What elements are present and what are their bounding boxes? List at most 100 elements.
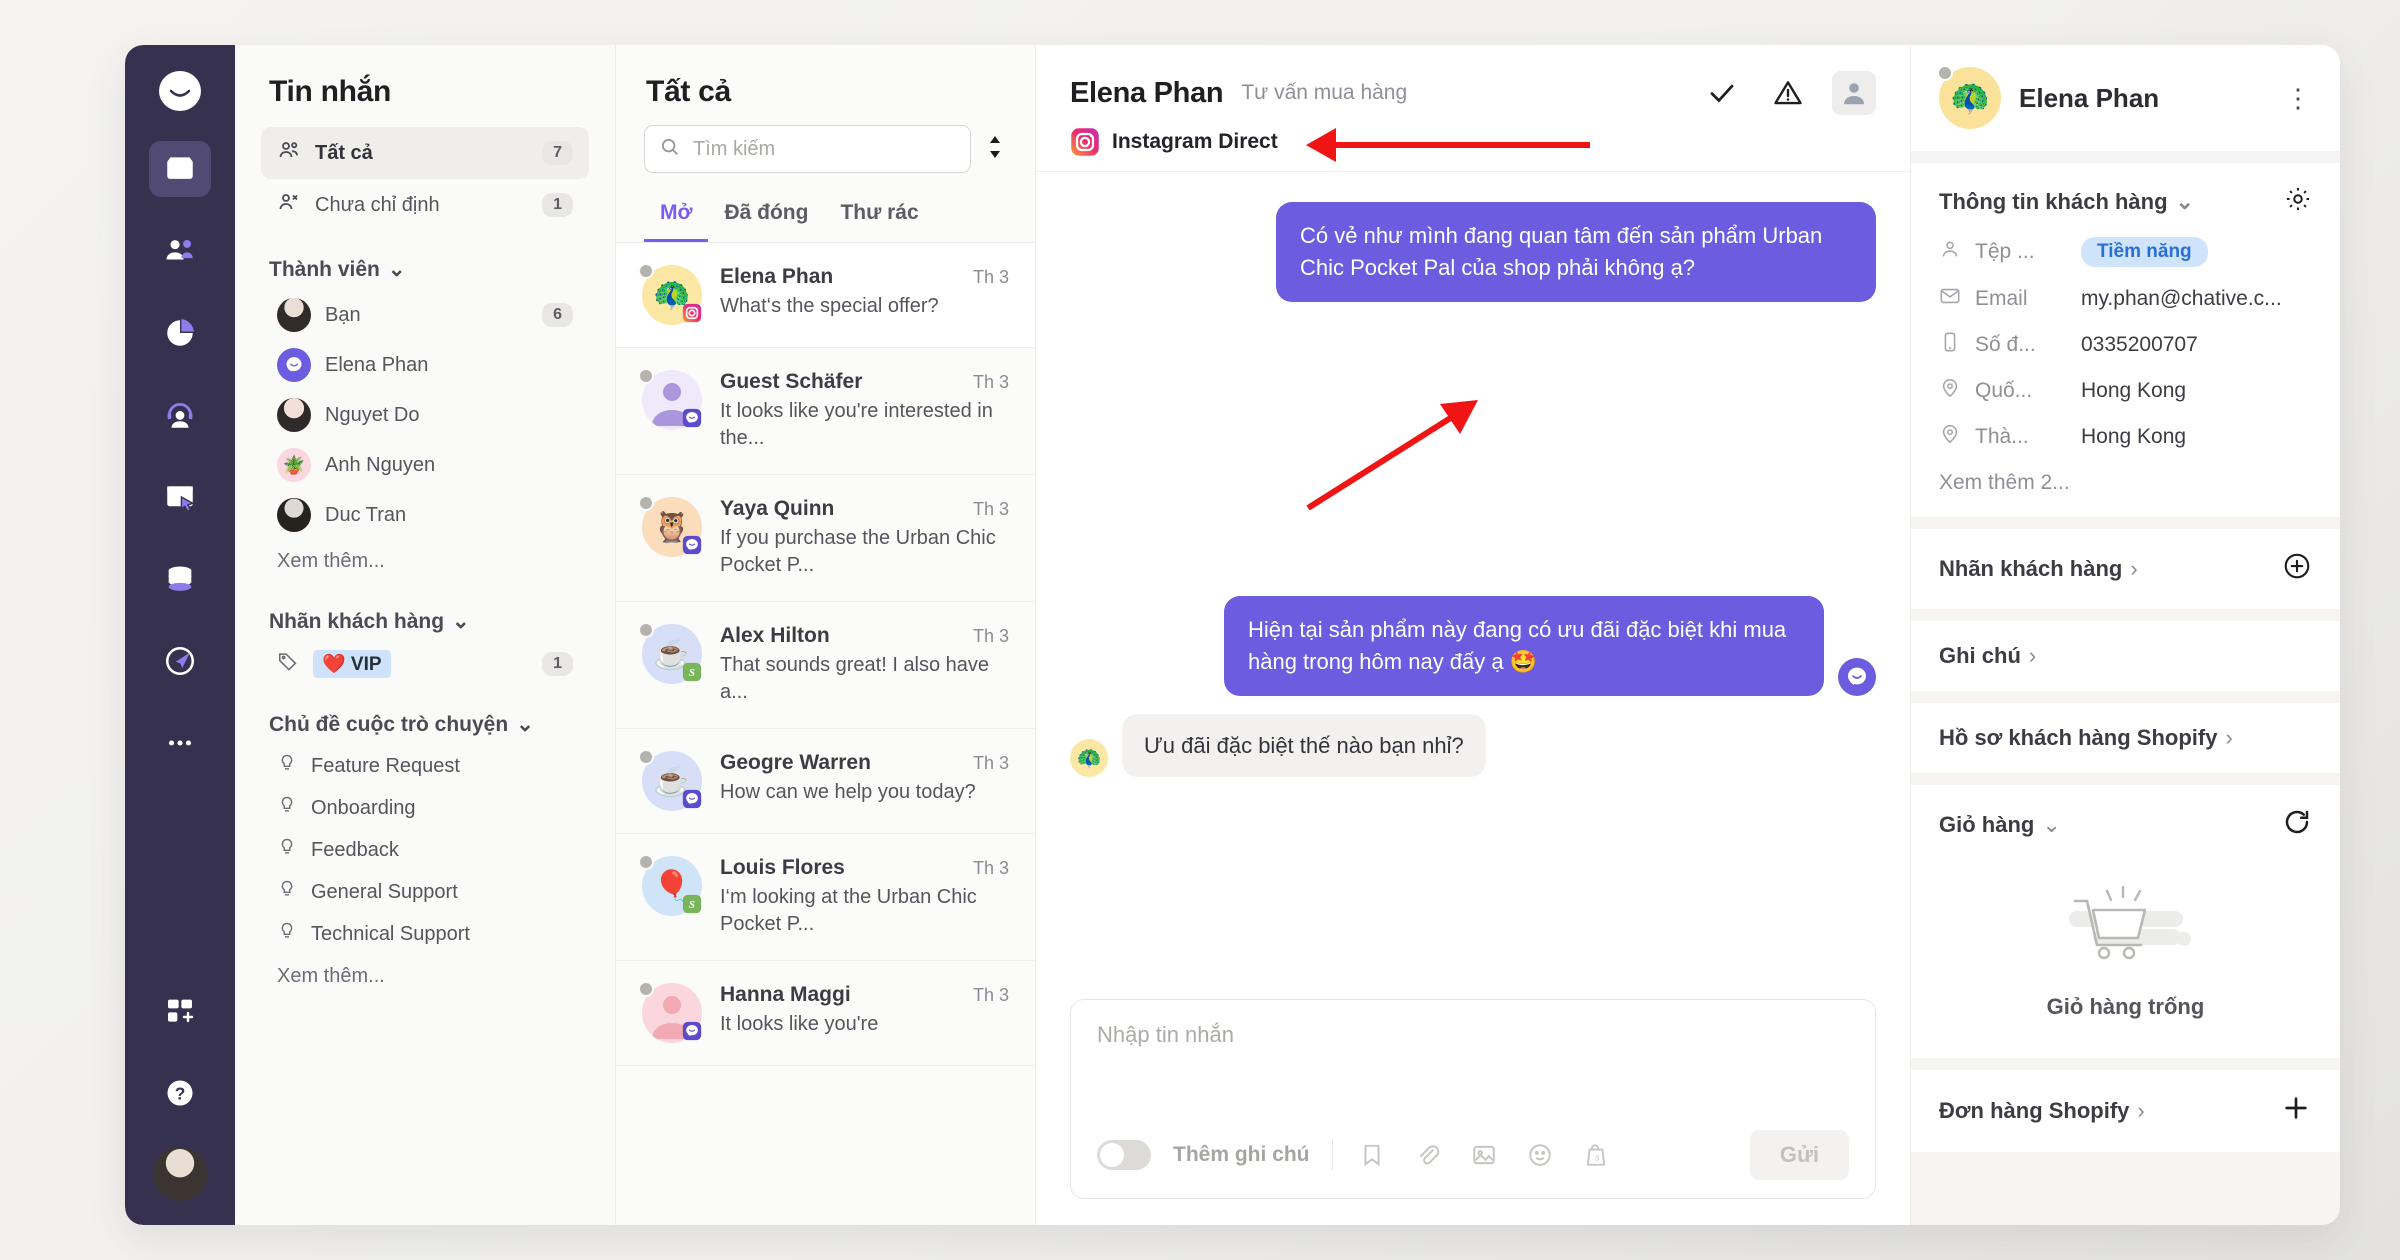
shopify-bag-icon[interactable]: S bbox=[1579, 1138, 1613, 1172]
rail-item-apps-add[interactable] bbox=[149, 983, 211, 1039]
sidebar-topic-general-support[interactable]: General Support bbox=[261, 871, 589, 913]
status-dot bbox=[638, 263, 654, 279]
sidebar-topic-feedback[interactable]: Feedback bbox=[261, 829, 589, 871]
sidebar-folder-all[interactable]: Tất cả 7 bbox=[261, 127, 589, 179]
chevron-right-icon: › bbox=[2137, 1098, 2145, 1123]
section-header[interactable]: Ghi chú › bbox=[1939, 643, 2312, 669]
sidebar-topic-onboarding[interactable]: Onboarding bbox=[261, 787, 589, 829]
rail-item-help[interactable]: ? bbox=[149, 1065, 211, 1121]
rail-item-website[interactable] bbox=[149, 469, 211, 525]
status-dot bbox=[638, 495, 654, 511]
sidebar-group-members-label: Thành viên bbox=[269, 257, 380, 281]
conversation-name: Hanna Maggi bbox=[720, 983, 851, 1006]
current-user-avatar[interactable] bbox=[153, 1147, 207, 1201]
cart-empty-state: Giỏ hàng trống bbox=[1939, 843, 2312, 1036]
chat-channel-row: Instagram Direct bbox=[1070, 127, 1876, 157]
plus-icon[interactable] bbox=[2280, 1092, 2312, 1130]
tab-closed[interactable]: Đã đóng bbox=[708, 193, 824, 242]
chat-message-bubble: Hiện tại sản phẩm này đang có ưu đãi đặc… bbox=[1224, 595, 1824, 696]
tab-open[interactable]: Mở bbox=[644, 193, 709, 242]
section-shopify-profile[interactable]: Hồ sơ khách hàng Shopify › bbox=[1911, 703, 2340, 773]
rail-item-inbox[interactable] bbox=[149, 141, 211, 197]
assignee-avatar-icon[interactable] bbox=[1832, 71, 1876, 115]
conversation-item[interactable]: 🦚 Elena Phan Th 3 What‘s the special offer? bbox=[616, 243, 1035, 348]
kebab-menu-icon[interactable]: ⋮ bbox=[2285, 83, 2312, 114]
sort-updown-icon[interactable] bbox=[983, 133, 1007, 166]
paperclip-icon[interactable] bbox=[1411, 1138, 1445, 1172]
conversation-item[interactable]: ☕ Geogre Warren Th 3 How can we help you to… bbox=[616, 729, 1035, 834]
status-dot bbox=[638, 749, 654, 765]
add-note-toggle[interactable] bbox=[1097, 1140, 1151, 1170]
instagram-icon bbox=[1070, 127, 1100, 157]
message-input[interactable]: Nhập tin nhắn bbox=[1071, 1000, 1875, 1130]
rail-item-agents[interactable] bbox=[149, 387, 211, 443]
section-header[interactable]: Nhãn khách hàng › bbox=[1939, 551, 2312, 587]
sidebar-group-topics[interactable]: Chủ đề cuộc trò chuyện ⌄ bbox=[235, 686, 615, 745]
check-icon[interactable] bbox=[1700, 71, 1744, 115]
rail-item-analytics[interactable] bbox=[149, 305, 211, 361]
chat-header-actions bbox=[1700, 71, 1876, 115]
sidebar-member-you[interactable]: Bạn 6 bbox=[261, 290, 589, 340]
bulb-icon bbox=[277, 837, 297, 863]
sidebar-group-members[interactable]: Thành viên ⌄ bbox=[235, 231, 615, 290]
sidebar-member-duc-tran[interactable]: Duc Tran bbox=[261, 490, 589, 540]
field-key: Số đ... bbox=[1975, 333, 2036, 356]
sidebar-member-anh-nguyen[interactable]: 🪴 Anh Nguyen bbox=[261, 440, 589, 490]
chat-bubble-logo-icon[interactable] bbox=[149, 63, 211, 125]
svg-text:?: ? bbox=[175, 1084, 186, 1104]
tab-spam[interactable]: Thư rác bbox=[824, 193, 934, 242]
sidebar-member-elena-phan[interactable]: Elena Phan bbox=[261, 340, 589, 390]
sidebar-topic-technical-support[interactable]: Technical Support bbox=[261, 913, 589, 955]
sidebar-tag-vip[interactable]: ❤️ VIP 1 bbox=[261, 642, 589, 686]
customer-info-more[interactable]: Xem thêm 2... bbox=[1939, 471, 2312, 495]
sidebar-topic-feature-request[interactable]: Feature Request bbox=[261, 745, 589, 787]
conversation-item[interactable]: Guest Schäfer Th 3 It looks like you're in… bbox=[616, 348, 1035, 475]
chevron-down-icon: ⌄ bbox=[516, 713, 534, 736]
field-country: Quố... Hong Kong bbox=[1939, 377, 2312, 405]
send-button[interactable]: Gửi bbox=[1749, 1130, 1849, 1180]
emoji-icon[interactable] bbox=[1523, 1138, 1557, 1172]
bookmark-icon[interactable] bbox=[1355, 1138, 1389, 1172]
customer-header: 🦚 Elena Phan ⋮ bbox=[1937, 65, 2312, 129]
image-icon[interactable] bbox=[1467, 1138, 1501, 1172]
refresh-icon[interactable] bbox=[2282, 807, 2312, 843]
section-header[interactable]: Đơn hàng Shopify › bbox=[1939, 1092, 2312, 1130]
rail-item-database[interactable] bbox=[149, 551, 211, 607]
person-icon bbox=[1939, 238, 1961, 266]
sidebar-folder-all-label: Tất cả bbox=[315, 141, 373, 164]
section-header[interactable]: Hồ sơ khách hàng Shopify › bbox=[1939, 725, 2312, 751]
channel-badge-icon bbox=[678, 531, 706, 559]
rail-item-more[interactable] bbox=[149, 715, 211, 771]
rail-item-contacts[interactable] bbox=[149, 223, 211, 279]
sidebar-members-more[interactable]: Xem thêm... bbox=[235, 540, 615, 583]
field-value: Hong Kong bbox=[2081, 379, 2187, 402]
section-customer-tags[interactable]: Nhãn khách hàng › bbox=[1911, 529, 2340, 609]
add-note-label: Thêm ghi chú bbox=[1173, 1143, 1310, 1166]
sidebar-group-tags[interactable]: Nhãn khách hàng ⌄ bbox=[235, 583, 615, 642]
conversation-item[interactable]: 🦉 Yaya Quinn Th 3 If you purchase the Urban… bbox=[616, 475, 1035, 602]
avatar bbox=[638, 981, 702, 1043]
gear-icon[interactable] bbox=[2284, 185, 2312, 219]
rail-item-broadcast[interactable] bbox=[149, 633, 211, 689]
sidebar-topic-label: Onboarding bbox=[311, 796, 416, 819]
conversation-item[interactable]: 🎈 S Louis Flores Th 3 I‘m looking at the Urb… bbox=[616, 834, 1035, 961]
sidebar-folder-unassigned[interactable]: Chưa chỉ định 1 bbox=[261, 179, 589, 231]
conversation-item[interactable]: ☕ S Alex Hilton Th 3 That sounds great! I al… bbox=[616, 602, 1035, 729]
channel-badge-icon bbox=[678, 1017, 706, 1045]
chevron-down-icon[interactable]: ⌄ bbox=[2176, 189, 2194, 215]
warning-triangle-icon[interactable] bbox=[1766, 71, 1810, 115]
section-notes[interactable]: Ghi chú › bbox=[1911, 621, 2340, 691]
plus-circle-icon[interactable] bbox=[2282, 551, 2312, 587]
sidebar-member-nguyet-do[interactable]: Nguyet Do bbox=[261, 390, 589, 440]
section-cart: Giỏ hàng ⌄ Giỏ hàng trống bbox=[1911, 785, 2340, 1058]
conversation-item[interactable]: Hanna Maggi Th 3 It looks like you're bbox=[616, 961, 1035, 1066]
section-shopify-orders[interactable]: Đơn hàng Shopify › bbox=[1911, 1070, 2340, 1152]
search-box[interactable] bbox=[644, 125, 971, 173]
avatar: 🦚 bbox=[1937, 65, 2001, 129]
field-key: Quố... bbox=[1975, 379, 2033, 402]
conversation-preview: How can we help you today? bbox=[720, 781, 976, 803]
search-input[interactable] bbox=[693, 137, 956, 161]
channel-badge-icon bbox=[678, 785, 706, 813]
cart-header[interactable]: Giỏ hàng ⌄ bbox=[1939, 807, 2312, 843]
sidebar-topics-more[interactable]: Xem thêm... bbox=[235, 955, 615, 998]
